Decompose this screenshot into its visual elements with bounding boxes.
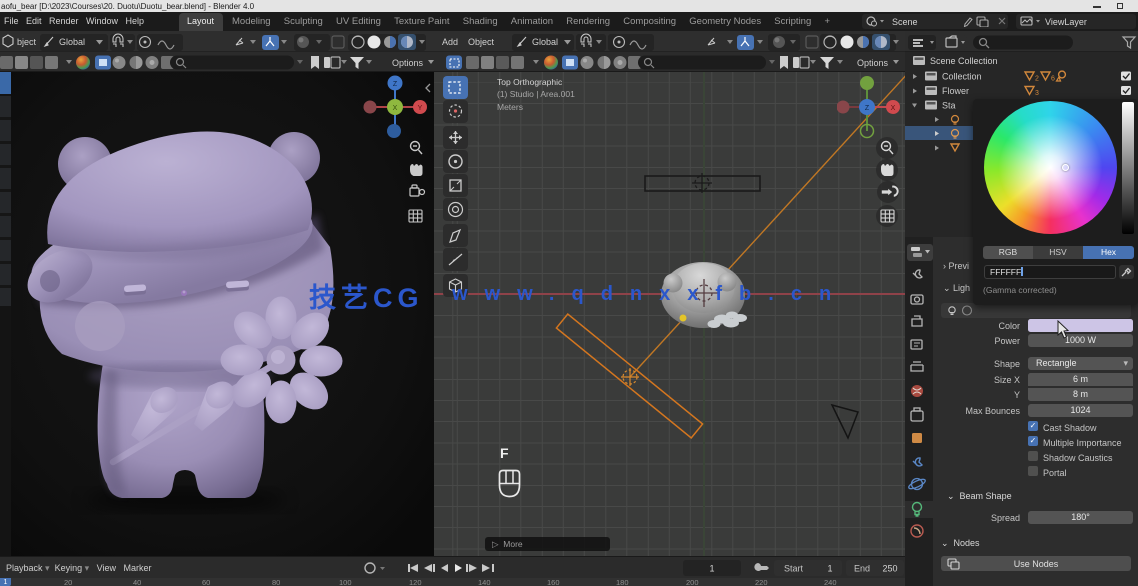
svg-text:Global: Global xyxy=(532,37,558,47)
svg-text:End: End xyxy=(854,564,870,574)
svg-text:Z: Z xyxy=(393,81,398,88)
svg-text:X: X xyxy=(891,105,896,112)
svg-text:2: 2 xyxy=(1035,76,1039,83)
svg-text:250: 250 xyxy=(882,564,897,574)
svg-text:Object: Object xyxy=(468,37,495,47)
svg-text:Options: Options xyxy=(857,58,889,68)
svg-text:Y: Y xyxy=(418,105,423,112)
svg-text:3: 3 xyxy=(1035,90,1039,97)
svg-text:Collection: Collection xyxy=(942,72,982,82)
svg-text:Sta: Sta xyxy=(942,101,956,111)
svg-text:6: 6 xyxy=(1051,76,1055,83)
svg-text:1: 1 xyxy=(827,564,832,574)
svg-text:Global: Global xyxy=(59,37,85,47)
svg-text:bject: bject xyxy=(17,37,37,47)
svg-text:Flower: Flower xyxy=(942,86,969,96)
svg-text:Start: Start xyxy=(784,564,804,574)
svg-text:Z: Z xyxy=(865,105,870,112)
svg-text:1: 1 xyxy=(709,564,714,574)
svg-text:Options: Options xyxy=(392,58,424,68)
svg-text:X: X xyxy=(393,105,398,112)
svg-text:Add: Add xyxy=(442,37,458,47)
svg-text:Scene Collection: Scene Collection xyxy=(930,56,998,66)
